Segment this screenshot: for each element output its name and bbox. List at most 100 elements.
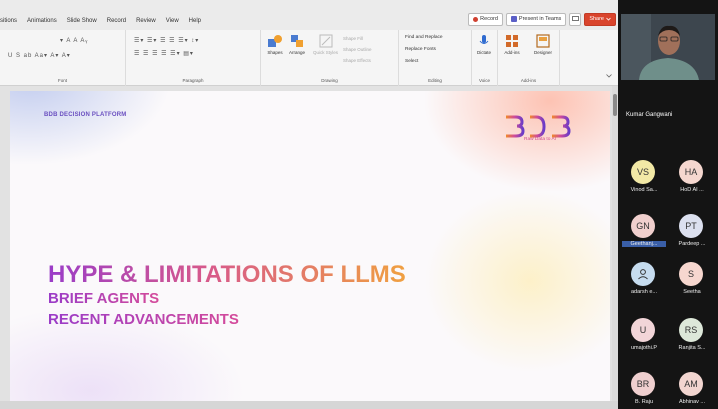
tab-help[interactable]: Help [189, 18, 201, 24]
participant-name: Seetha [683, 289, 701, 295]
addins-group-label: Add-ins [520, 78, 537, 83]
shapes-label: Shapes [267, 50, 283, 55]
participant-tile[interactable]: U umajothi.P [622, 318, 666, 364]
participant-tile[interactable]: VS Vinod Sa... [622, 160, 666, 206]
avatar [631, 262, 655, 286]
tab-view[interactable]: View [166, 18, 179, 24]
avatar: S [679, 262, 703, 286]
shape-outline-button[interactable]: Shape Outline [343, 47, 372, 52]
drawing-group: Shapes Arrange Quick Styles Shape Fill S… [261, 30, 399, 86]
font-group-label: Font [57, 78, 67, 83]
paragraph-group: ☰▾ ☰▾ ☰ ☰ ☰▾ ↕▾ ☰ ☰ ☰ ☰ ☰▾ ▤▾ Paragraph [126, 30, 261, 86]
select-button[interactable]: Select [405, 59, 418, 64]
powerpoint-window: sitions Animations Slide Show Record Rev… [0, 0, 618, 409]
participant-tile[interactable]: GN Geethanj... [622, 214, 666, 260]
participant-name: HoD AI ... [680, 187, 704, 193]
logo-tagline: Raw Data to AI [524, 137, 556, 142]
arrange-button[interactable]: Arrange [289, 34, 305, 55]
slide-subtitle-agents: BRIEF AGENTS [48, 290, 160, 307]
participant-name: umajothi.P [631, 345, 657, 351]
font-size-controls[interactable]: ▾ A A Aᵧ [60, 37, 88, 44]
shape-fill-button[interactable]: Shape Fill [343, 36, 363, 41]
shapes-button[interactable]: Shapes [267, 34, 283, 55]
avatar: BR [631, 372, 655, 396]
participant-name: Ranjita S... [678, 345, 706, 351]
voice-group: Dictate Voice [472, 30, 498, 86]
tab-slide-show[interactable]: Slide Show [67, 18, 97, 24]
share-label: Share [589, 16, 604, 22]
status-bar [0, 401, 618, 409]
voice-group-label: Voice [478, 78, 490, 83]
paragraph-group-label: Paragraph [182, 78, 204, 83]
editing-group: Find and Replace Replace Fonts Select Ed… [399, 30, 472, 86]
participant-name: B. Raju [634, 399, 654, 405]
presenter-name: Kumar Gangwani [626, 112, 673, 118]
participant-name: Vinod Sa... [630, 187, 658, 193]
addins-icon [506, 35, 518, 47]
tab-record[interactable]: Record [107, 18, 126, 24]
scrollbar-thumb[interactable] [613, 94, 617, 116]
comments-button[interactable] [569, 12, 582, 26]
participant-name: Abhinav ... [679, 399, 705, 405]
chevron-down-icon [606, 17, 611, 21]
arrange-label: Arrange [289, 50, 306, 55]
screen: sitions Animations Slide Show Record Rev… [0, 0, 718, 409]
tab-animations[interactable]: Animations [27, 18, 57, 24]
participant-tile[interactable]: S Seetha [670, 262, 714, 308]
present-in-teams-button[interactable]: Present in Teams [505, 12, 567, 26]
record-label: Record [480, 16, 498, 22]
slide[interactable]: BDB DECISION PLATFORM Raw Data to AI HYP… [10, 91, 610, 409]
quick-styles-button[interactable]: Quick Styles [313, 34, 338, 55]
addins-label: Add-ins [504, 50, 520, 55]
participant-tile[interactable]: RS Ranjita S... [670, 318, 714, 364]
editing-group-label: Editing [428, 78, 442, 83]
record-dot-icon [473, 16, 479, 22]
participant-name: Pardeep ... [678, 241, 706, 247]
avatar: HA [679, 160, 703, 184]
quick-styles-label: Quick Styles [313, 50, 339, 55]
teams-icon [510, 16, 517, 22]
designer-label: Designer [534, 50, 553, 55]
designer-button[interactable]: Designer [534, 34, 552, 55]
present-in-teams-label: Present in Teams [518, 16, 562, 22]
tab-transitions[interactable]: sitions [0, 18, 17, 24]
participant-tile[interactable]: BR B. Raju [622, 372, 666, 409]
replace-fonts-button[interactable]: Replace Fonts [405, 47, 436, 52]
record-button[interactable]: Record [468, 12, 503, 26]
participant-name: Geethanj... [622, 241, 666, 247]
font-format-buttons[interactable]: U S ab Aa▾ A▾ A▾ [8, 52, 71, 59]
participant-tile[interactable]: AM Abhinav ... [670, 372, 714, 409]
slide-subtitle-advancements: RECENT ADVANCEMENTS [48, 311, 239, 328]
shape-effects-button[interactable]: Shape Effects [343, 58, 371, 63]
avatar: U [631, 318, 655, 342]
presenter-video-frame [621, 14, 715, 80]
quick-styles-icon [319, 34, 332, 48]
dictate-button[interactable]: Dictate [476, 34, 492, 55]
addins-group: Add-ins Designer Add-ins [498, 30, 560, 86]
slide-title: HYPE & LIMITATIONS OF LLMS [48, 261, 406, 288]
platform-label: BDB DECISION PLATFORM [44, 112, 127, 118]
dictate-label: Dictate [476, 50, 491, 55]
font-group: ▾ A A Aᵧ U S ab Aa▾ A▾ A▾ Font [0, 30, 126, 86]
collapse-ribbon-icon[interactable] [606, 74, 612, 78]
avatar: PT [679, 214, 703, 238]
presenter-video[interactable] [621, 14, 715, 80]
avatar: AM [679, 372, 703, 396]
addins-button[interactable]: Add-ins [504, 34, 520, 55]
meeting-participants-panel: Kumar Gangwani VS Vinod Sa... HA HoD AI … [618, 0, 718, 409]
find-replace-button[interactable]: Find and Replace [405, 35, 443, 40]
drawing-group-label: Drawing [321, 78, 338, 83]
participant-tile[interactable]: PT Pardeep ... [670, 214, 714, 260]
participant-tile[interactable]: HA HoD AI ... [670, 160, 714, 206]
tab-review[interactable]: Review [136, 18, 156, 24]
participant-tile[interactable]: adarsh e... [622, 262, 666, 308]
list-buttons[interactable]: ☰▾ ☰▾ ☰ ☰ ☰▾ ↕▾ [134, 37, 199, 44]
comment-icon [571, 16, 579, 21]
arrange-icon [291, 35, 303, 47]
ribbon: ▾ A A Aᵧ U S ab Aa▾ A▾ A▾ Font ☰▾ ☰▾ ☰ ☰… [0, 30, 618, 86]
share-button[interactable]: Share [584, 12, 616, 26]
avatar: VS [631, 160, 655, 184]
title-actions: Record Present in Teams Share [468, 12, 616, 26]
participant-name: adarsh e... [631, 289, 657, 295]
align-buttons[interactable]: ☰ ☰ ☰ ☰ ☰▾ ▤▾ [134, 50, 194, 57]
